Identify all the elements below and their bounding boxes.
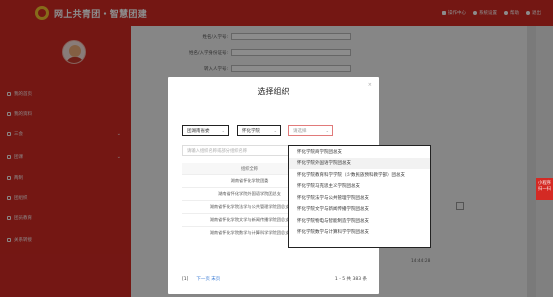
close-icon[interactable]: × (368, 82, 372, 88)
mini-program-tab[interactable]: 小程序 扫一扫 (536, 178, 553, 200)
college-select[interactable]: 怀化学院 ⌄ (237, 125, 281, 136)
chevron-down-icon: ⌄ (221, 128, 225, 133)
dropdown-option[interactable]: 怀化学院数学与计算科学学院团总支 (289, 227, 430, 239)
province-select[interactable]: 团湖南省委 ⌄ (182, 125, 229, 136)
current-page: [1] (182, 276, 189, 282)
next-last-page-links[interactable]: 下一页 末页 (196, 276, 220, 282)
dropdown-option[interactable]: 怀化学院外国语学院团总支 (289, 157, 430, 169)
dropdown-option[interactable]: 怀化学院商学院团总支 (289, 146, 430, 158)
department-select[interactable]: 请选择 ⌄ (288, 125, 333, 136)
chevron-down-icon: ⌄ (273, 128, 277, 133)
pagination: [1] 下一页 末页 1 - 5 共 383 条 (182, 276, 367, 283)
dropdown-option[interactable]: 怀化学院文学与新闻传播学院团总支 (289, 204, 430, 216)
dropdown-option[interactable]: 怀化学院教育科学学院（少数民族预科教学部）团总支 (289, 169, 430, 181)
record-total: 1 - 5 共 383 条 (334, 277, 367, 282)
department-dropdown-list: 怀化学院商学院团总支 怀化学院外国语学院团总支 怀化学院教育科学学院（少数民族预… (288, 145, 431, 248)
dropdown-option[interactable]: 怀化学院马克思主义学院团总支 (289, 181, 430, 193)
dropdown-option[interactable]: 怀化学院法学与公共管理学院团总支 (289, 192, 430, 204)
organization-search-input[interactable]: 请输入组织名称或部分组织名称 (182, 145, 299, 156)
dropdown-option[interactable]: 怀化学院物电与智能制造学院团总支 (289, 215, 430, 227)
modal-title: 选择组织 (257, 87, 290, 96)
chevron-down-icon: ⌄ (325, 128, 329, 133)
